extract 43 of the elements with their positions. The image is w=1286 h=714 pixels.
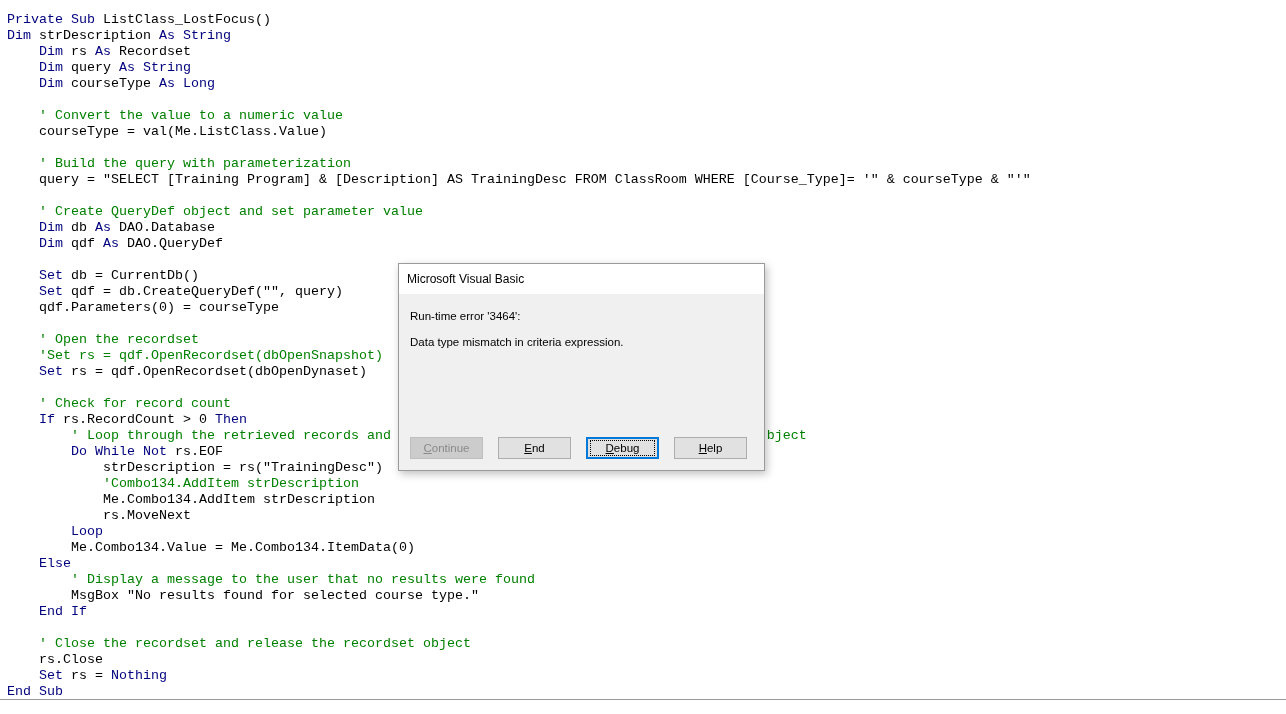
code-line: rs.MoveNext [101, 508, 191, 523]
code-line: rs.Close [38, 652, 103, 667]
comment-line: 'Set rs = qdf.OpenRecordset(dbOpenSnapshot) [38, 348, 383, 363]
code-line: strDescription = rs("TrainingDesc") [101, 460, 383, 475]
comment-line: ' Convert the value to a numeric value [38, 108, 343, 123]
comment-line: ' Loop through the retrieved records and [70, 428, 391, 443]
code-line: Me.Combo134.Value = Me.Combo134.ItemData(0) [70, 540, 415, 555]
code-line: Loop [70, 524, 103, 539]
code-line: Set db = CurrentDb() [38, 268, 199, 283]
dialog-button[interactable]: Help [674, 437, 747, 459]
code-line: Private Sub ListClass_LostFocus() [7, 12, 271, 27]
code-line: If rs.RecordCount > 0 Then [38, 412, 247, 427]
code-line: End If [38, 604, 87, 619]
code-line: Else [38, 556, 71, 571]
code-line: Set qdf = db.CreateQueryDef("", query) [38, 284, 343, 299]
code-line: Me.Combo134.AddItem strDescription [101, 492, 375, 507]
dialog-button[interactable]: Debug [586, 437, 659, 459]
error-message: Data type mismatch in criteria expression. [410, 335, 625, 349]
code-line: courseType = val(Me.ListClass.Value) [38, 124, 327, 139]
code-line: Set rs = qdf.OpenRecordset(dbOpenDynaset) [38, 364, 367, 379]
code-line: query = "SELECT [Training Program] & [Description] AS TrainingDesc FROM ClassRoom WHERE [Course_Type]= '" & courseType & "'" [38, 172, 1031, 187]
comment-text: bject [766, 428, 807, 444]
code-line: Dim db As DAO.Database [38, 220, 215, 235]
dialog-button[interactable]: End [498, 437, 571, 459]
dialog-title: Microsoft Visual Basic [407, 272, 525, 286]
code-line: qdf.Parameters(0) = courseType [38, 300, 279, 315]
code-line: Dim strDescription As String [7, 28, 231, 43]
code-line: Dim qdf As DAO.QueryDef [38, 236, 223, 251]
code-line: MsgBox "No results found for selected course type." [70, 588, 479, 603]
comment-line: ' Display a message to the user that no results were found [70, 572, 535, 587]
comment-line: ' Open the recordset [38, 332, 199, 347]
code-line: Set rs = Nothing [38, 668, 167, 683]
comment-line: 'Combo134.AddItem strDescription [101, 476, 359, 491]
comment-line: ' Create QueryDef object and set parameter value [38, 204, 423, 219]
code-line: Dim query As String [38, 60, 191, 75]
error-code-text: Run-time error '3464': [410, 309, 522, 323]
comment-line: ' Check for record count [38, 396, 231, 411]
code-line: End Sub [7, 684, 63, 699]
code-line: Dim rs As Recordset [38, 44, 191, 59]
comment-line: ' Build the query with parameterization [38, 156, 351, 171]
code-line: Dim courseType As Long [38, 76, 215, 91]
code-line: Do While Not rs.EOF [70, 444, 223, 459]
comment-line: ' Close the recordset and release the recordset object [38, 636, 471, 651]
